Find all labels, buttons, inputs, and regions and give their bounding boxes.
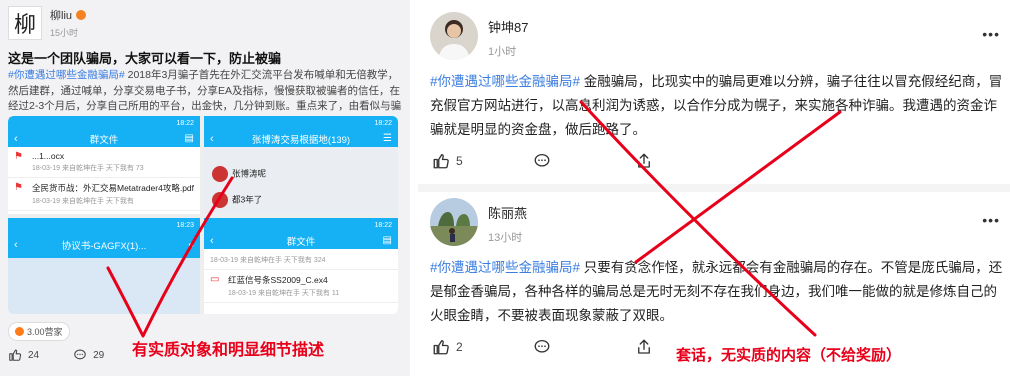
post-time: 13小时 — [488, 232, 523, 244]
thumbs-up-icon — [9, 349, 22, 361]
avatar[interactable]: 柳 — [8, 6, 42, 40]
back-arrow-icon: ‹ — [14, 239, 18, 251]
comment-icon — [534, 153, 550, 167]
comment-button[interactable]: 29 — [73, 348, 104, 362]
coin-badge[interactable]: 3.00营家 — [8, 322, 70, 341]
like-count: 5 — [456, 154, 463, 168]
status-time: 18:23 — [176, 221, 194, 229]
hashtag-link[interactable]: #你遭遇过哪些金融骗局# — [8, 69, 125, 81]
file-name: ...1...ocx — [32, 151, 65, 161]
pdf-icon: ⚑ — [14, 151, 23, 162]
group-icon: ☰ — [383, 133, 392, 144]
status-time: 18:22 — [176, 119, 194, 127]
screenshot-group-chat: 18:22 ‹ 张博涛交易根据地(139) ☰ 张博涛呢 都3年了 — [204, 116, 398, 214]
screen-title: 群文件 — [286, 236, 316, 248]
verified-badge-icon — [76, 10, 87, 20]
share-icon — [637, 153, 650, 168]
avatar — [212, 192, 228, 208]
screen-title: 张博涛交易根据地(139) — [251, 134, 351, 146]
file-name: 红蓝信号条SS2009_C.ex4 — [228, 275, 328, 285]
comment-count: 29 — [93, 349, 105, 361]
comment-icon — [534, 339, 550, 353]
post-body[interactable]: #你遭遇过哪些金融骗局# 金融骗局，比现实中的骗局更难以分辨，骗子往往以冒充假经… — [430, 70, 1004, 142]
thumbs-up-icon — [433, 153, 449, 169]
left-post-panel: 柳 柳liu 15小时 这是一个团队骗局，大家可以看一下，防止被骗 #你遭遇过哪… — [0, 0, 410, 376]
status-time: 18:22 — [374, 119, 392, 127]
file-row: ⚑ ...1...ocx 18-03-19 来自乾坤在手 天下我有 73 — [8, 147, 200, 178]
back-arrow-icon: ‹ — [210, 132, 214, 145]
back-arrow-icon: ‹ — [14, 132, 18, 145]
post-title[interactable]: 这是一个团队骗局，大家可以看一下，防止被骗 — [8, 48, 281, 67]
file-icon: ▭ — [210, 274, 220, 285]
share-button[interactable] — [635, 152, 653, 170]
avatar — [212, 166, 228, 182]
folder-icon: ▤ — [184, 133, 194, 144]
annotation-caption-bad: 套话，无实质的内容（不给奖励） — [676, 347, 902, 364]
comment-button[interactable] — [533, 152, 551, 170]
more-options-icon[interactable]: ••• — [982, 212, 1000, 228]
coin-icon — [15, 327, 24, 336]
chat-message: 张博涛呢 — [232, 168, 267, 179]
screen-title: 群文件 — [89, 134, 119, 146]
like-button[interactable]: 24 — [8, 348, 39, 362]
post-time: 15小时 — [50, 28, 79, 38]
comment-icon — [74, 349, 86, 360]
avatar: ● — [187, 239, 194, 251]
comment-button[interactable] — [533, 338, 551, 356]
file-row: ⚑ 全民货币战：外汇交易Metatrader4攻略.pdf 18-03-19 来自… — [8, 178, 200, 211]
screen-title: 协议书-GAGFX(1)... — [61, 241, 147, 252]
screenshot-contract: 18:23 ‹ 协议书-GAGFX(1)... ● — [8, 218, 200, 314]
screenshot-collage[interactable]: 18:22 ‹ 群文件 ▤ ⚑ ...1...ocx 18-03-19 来自乾坤在手 … — [8, 116, 398, 314]
username[interactable]: 钟坤87 — [488, 17, 528, 36]
hashtag-link[interactable]: #你遭遇过哪些金融骗局# — [430, 74, 580, 89]
divider — [418, 184, 1010, 192]
file-meta: 18-03-19 来自乾坤在手 天下我有 — [32, 198, 134, 205]
avatar[interactable] — [430, 12, 478, 60]
screenshot-group-files-2: 18:22 ‹ 群文件 ▤ 18-03-19 来自乾坤在手 天下我有 324 ▭ 红… — [204, 218, 398, 314]
username[interactable]: 陈丽燕 — [488, 203, 527, 222]
post-header: 柳 柳liu 15小时 — [8, 6, 87, 40]
share-button[interactable] — [635, 338, 653, 356]
post-card: 钟坤87 1小时 ••• #你遭遇过哪些金融骗局# 金融骗局，比现实中的骗局更难… — [418, 0, 1010, 188]
like-button[interactable]: 5 — [432, 152, 463, 170]
like-button[interactable]: 2 — [432, 338, 463, 356]
screenshot-group-files: 18:22 ‹ 群文件 ▤ ⚑ ...1...ocx 18-03-19 来自乾坤在手 … — [8, 116, 200, 214]
chat-message: 都3年了 — [232, 194, 263, 205]
back-arrow-icon: ‹ — [210, 234, 214, 247]
file-name: 全民货币战：外汇交易Metatrader4攻略.pdf — [32, 183, 195, 193]
username[interactable]: 柳liu — [50, 7, 72, 23]
file-row: ▭ 红蓝信号条SS2009_C.ex4 18-03-19 来自乾坤在手 天下我有 … — [204, 270, 398, 303]
post-time: 1小时 — [488, 46, 517, 58]
thumbs-up-icon — [433, 339, 449, 355]
status-time: 18:22 — [374, 221, 392, 229]
avatar[interactable] — [430, 198, 478, 246]
post-body[interactable]: #你遭遇过哪些金融骗局# 只要有贪念作怪，就永远都会有金融骗局的存在。不管是庞氏… — [430, 256, 1004, 328]
folder-icon: ▤ — [382, 235, 392, 246]
file-meta: 18-03-19 来自乾坤在手 天下我有 324 — [210, 257, 326, 264]
right-posts-panel: 钟坤87 1小时 ••• #你遭遇过哪些金融骗局# 金融骗局，比现实中的骗局更难… — [418, 0, 1010, 376]
coin-amount: 3.00营家 — [27, 327, 63, 337]
file-meta: 18-03-19 来自乾坤在手 天下我有 11 — [228, 290, 340, 297]
share-icon — [637, 339, 650, 354]
hashtag-link[interactable]: #你遭遇过哪些金融骗局# — [430, 260, 580, 275]
pdf-icon: ⚑ — [14, 182, 23, 193]
file-meta: 18-03-19 来自乾坤在手 天下我有 73 — [32, 165, 144, 172]
more-options-icon[interactable]: ••• — [982, 26, 1000, 42]
like-count: 24 — [28, 349, 40, 361]
like-count: 2 — [456, 340, 463, 354]
file-row: 18-03-19 来自乾坤在手 天下我有 324 — [204, 249, 398, 270]
annotation-caption-good: 有实质对象和明显细节描述 — [132, 342, 325, 359]
